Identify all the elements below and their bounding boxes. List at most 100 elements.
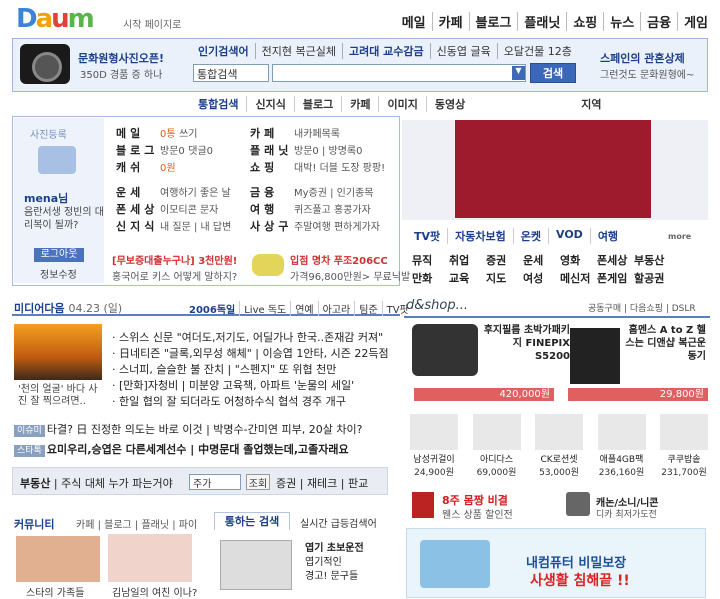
tab-blog[interactable]: 블로그 xyxy=(293,96,341,112)
service-row-fortune[interactable]: 운세 여행하기 좋은 날 xyxy=(116,185,231,202)
issue-row[interactable]: 스타톡 요미우리,승엽은 다른세계선수 | 中명문대 졸업했는데,고졸자래요 xyxy=(14,440,362,460)
camera-ad-sub[interactable]: 디카 최저가도전 xyxy=(596,507,657,520)
star-family-photo[interactable] xyxy=(16,536,100,582)
service-travel[interactable]: 여행 xyxy=(589,228,625,244)
service-car-insurance[interactable]: 자동차보험 xyxy=(447,228,513,244)
tab-cafe[interactable]: 카페 xyxy=(341,96,378,112)
grid-item[interactable]: 뮤직 xyxy=(412,252,449,268)
tab-local[interactable]: 지역 xyxy=(573,96,609,112)
grid-item[interactable]: 부동산 xyxy=(634,252,671,268)
stock-label[interactable]: 부동산 | 주식 대체 누가 파는거야 xyxy=(20,475,173,491)
daum-logo[interactable]: Daum xyxy=(16,4,120,34)
keyword-link[interactable]: 고려대 교수감금 xyxy=(341,43,430,59)
security-ad-line2[interactable]: 사생활 침해끝 !! xyxy=(530,570,630,590)
trend-image[interactable] xyxy=(220,540,292,590)
loan-ad-link[interactable]: [무보증대출누구나] 3천만원! xyxy=(112,252,237,267)
headline-photo-caption[interactable]: '천의 얼굴' 바다 사진 잘 찍으려면.. xyxy=(18,384,104,408)
shop-links[interactable]: 공동구매 | 다음쇼핑 | DSLR xyxy=(588,301,696,314)
photo-caption[interactable]: 김남일의 여친 이나? xyxy=(112,584,197,599)
grid-item[interactable] xyxy=(671,270,708,286)
gnb-finance[interactable]: 금융 xyxy=(640,12,677,31)
camera-icon[interactable] xyxy=(20,44,70,84)
grid-item[interactable]: 운세 xyxy=(523,252,560,268)
community-title[interactable]: 커뮤니티 xyxy=(14,516,54,532)
headline-photo[interactable] xyxy=(14,324,102,380)
logout-button[interactable]: 로그아웃 xyxy=(34,248,84,262)
product-thumb[interactable]: 남성귀걸이 24,900원 xyxy=(410,414,458,478)
grid-item[interactable]: 폰세상 xyxy=(597,252,634,268)
start-page-link[interactable]: 시작 페이지로 xyxy=(123,16,181,31)
product-title[interactable]: 홈멘스 A to Z 헬스는 디앤샵 복근운동기 xyxy=(622,324,706,363)
trend-item[interactable]: 경고! 문구들 xyxy=(305,570,364,584)
keyword-link[interactable]: 오달건물 12층 xyxy=(496,43,578,59)
gnb-shopping[interactable]: 쇼핑 xyxy=(566,12,603,31)
media-tab[interactable]: 연예 xyxy=(290,301,317,316)
search-button[interactable]: 검색 xyxy=(530,63,576,83)
car-ad-sub[interactable]: 가격96,800만원> 무료닉발 xyxy=(290,268,410,283)
grid-item[interactable]: 폰게임 xyxy=(597,270,634,286)
car-image[interactable] xyxy=(252,254,284,276)
service-vod[interactable]: VOD xyxy=(548,228,590,244)
service-row-blog[interactable]: 블로그 방문0 댓글0 xyxy=(116,143,231,160)
gnb-mail[interactable]: 메일 xyxy=(396,12,432,31)
service-row-knowledge[interactable]: 신지식 내 질문 | 내 답변 xyxy=(116,219,231,236)
diet-product-image[interactable] xyxy=(412,492,434,518)
promo-sub[interactable]: 350D 경품 증 하나 xyxy=(80,66,162,81)
grid-item[interactable]: 할공권 xyxy=(634,270,671,286)
keyword-link[interactable]: 신동엽 글육 xyxy=(429,43,497,59)
service-onket[interactable]: 온켓 xyxy=(512,228,548,244)
main-banner-ad[interactable] xyxy=(455,120,651,218)
grid-item[interactable] xyxy=(671,252,708,268)
grid-item[interactable]: 지도 xyxy=(486,270,523,286)
gnb-cafe[interactable]: 카페 xyxy=(431,12,469,31)
service-row-shopping[interactable]: 쇼핑 대박! 더블 도장 팡팡! xyxy=(250,160,385,177)
issue-row[interactable]: 이슈미 타결? 日 진정한 의도는 바로 이것 | 박명수-간미연 피부, 20살… xyxy=(14,420,362,440)
gnb-planet[interactable]: 플래닛 xyxy=(517,12,566,31)
right-promo-sub[interactable]: 그런것도 문화원형에~ xyxy=(600,66,694,81)
grid-item[interactable]: 메신저 xyxy=(560,270,597,286)
service-row-planet[interactable]: 플래닛 방문0 | 방명록0 xyxy=(250,143,385,160)
grid-item[interactable]: 만화 xyxy=(412,270,449,286)
tab-knowledge[interactable]: 신지식 xyxy=(246,96,293,112)
product-thumb[interactable]: 애플4GB팩 236,160원 xyxy=(597,414,646,478)
right-promo-title[interactable]: 스페인의 관혼상제 xyxy=(600,50,685,66)
product-thumb[interactable]: CK로션셋 53,000원 xyxy=(535,414,583,478)
car-ad-title[interactable]: 입점 명차 푸조206CC xyxy=(290,252,388,267)
profile-edit-link[interactable]: 정보수정 xyxy=(40,266,77,281)
tab-video[interactable]: 동영상 xyxy=(425,96,473,112)
keyword-link[interactable]: 전지현 복근실체 xyxy=(254,43,342,59)
service-row-travel[interactable]: 여행 퀴즈풀고 홍콩가자 xyxy=(250,202,385,219)
media-title[interactable]: 미디어다음 04.23 (일) xyxy=(14,300,122,316)
service-row-mail[interactable]: 메일 0통 쓰기 xyxy=(116,126,231,143)
media-tab[interactable]: 팀준 xyxy=(354,301,381,316)
service-row-finance[interactable]: 금융 My증권 | 인기종목 xyxy=(250,185,385,202)
grid-item[interactable]: 여성 xyxy=(523,270,560,286)
community-tabs[interactable]: 카페 | 블로그 | 플래닛 | 파이 xyxy=(76,516,197,531)
dshop-logo[interactable]: d&shop... xyxy=(406,298,468,313)
photo-register-label[interactable]: 사진등록 xyxy=(30,126,67,141)
stock-search-button[interactable]: 조회 xyxy=(246,474,270,490)
stock-input[interactable]: 주가 xyxy=(189,474,241,490)
product-thumb[interactable]: 아디다스 69,000원 xyxy=(472,414,521,478)
service-row-cash[interactable]: 캐쉬 0원 xyxy=(116,160,231,177)
search-type-select[interactable]: 통합검색 xyxy=(193,64,269,82)
tab-integrated[interactable]: 통합검색 xyxy=(190,96,246,112)
grid-item[interactable]: 증권 xyxy=(486,252,523,268)
grid-item[interactable]: 교육 xyxy=(449,270,486,286)
search-input[interactable] xyxy=(272,64,526,82)
news-item[interactable]: [만화]자청비 | 미분양 고육책, 아파트 '눈물의 세일' xyxy=(112,378,389,394)
tab-image[interactable]: 이미지 xyxy=(378,96,425,112)
news-item[interactable]: 한일 협의 잘 되더라도 어청하수식 협석 경주 개구 xyxy=(112,394,389,410)
service-row-phone[interactable]: 폰세상 이모티콘 문자 xyxy=(116,202,231,219)
camera-icon[interactable] xyxy=(38,146,76,174)
tab-trending-search[interactable]: 통하는 검색 xyxy=(214,512,290,530)
grid-item[interactable]: 영화 xyxy=(560,252,597,268)
user-question[interactable]: 음란서생 정빈의 대리복이 될까? xyxy=(24,206,104,232)
photo-caption[interactable]: 스타의 가족들 xyxy=(26,584,84,599)
more-link[interactable]: more xyxy=(668,232,691,241)
security-ad-line1[interactable]: 내컴퓨터 비밀보장 xyxy=(526,552,626,571)
service-row-sasang[interactable]: 사상구 주말여행 편하게가자 xyxy=(250,219,385,236)
product-thumb[interactable]: 쿠쿠밥솥 231,700원 xyxy=(660,414,708,478)
media-tab[interactable]: Live 독도 xyxy=(239,301,290,316)
news-item[interactable]: 日네티즌 "글록,외무성 해체" | 이승엽 1안타, 시즌 22득점 xyxy=(112,346,389,362)
